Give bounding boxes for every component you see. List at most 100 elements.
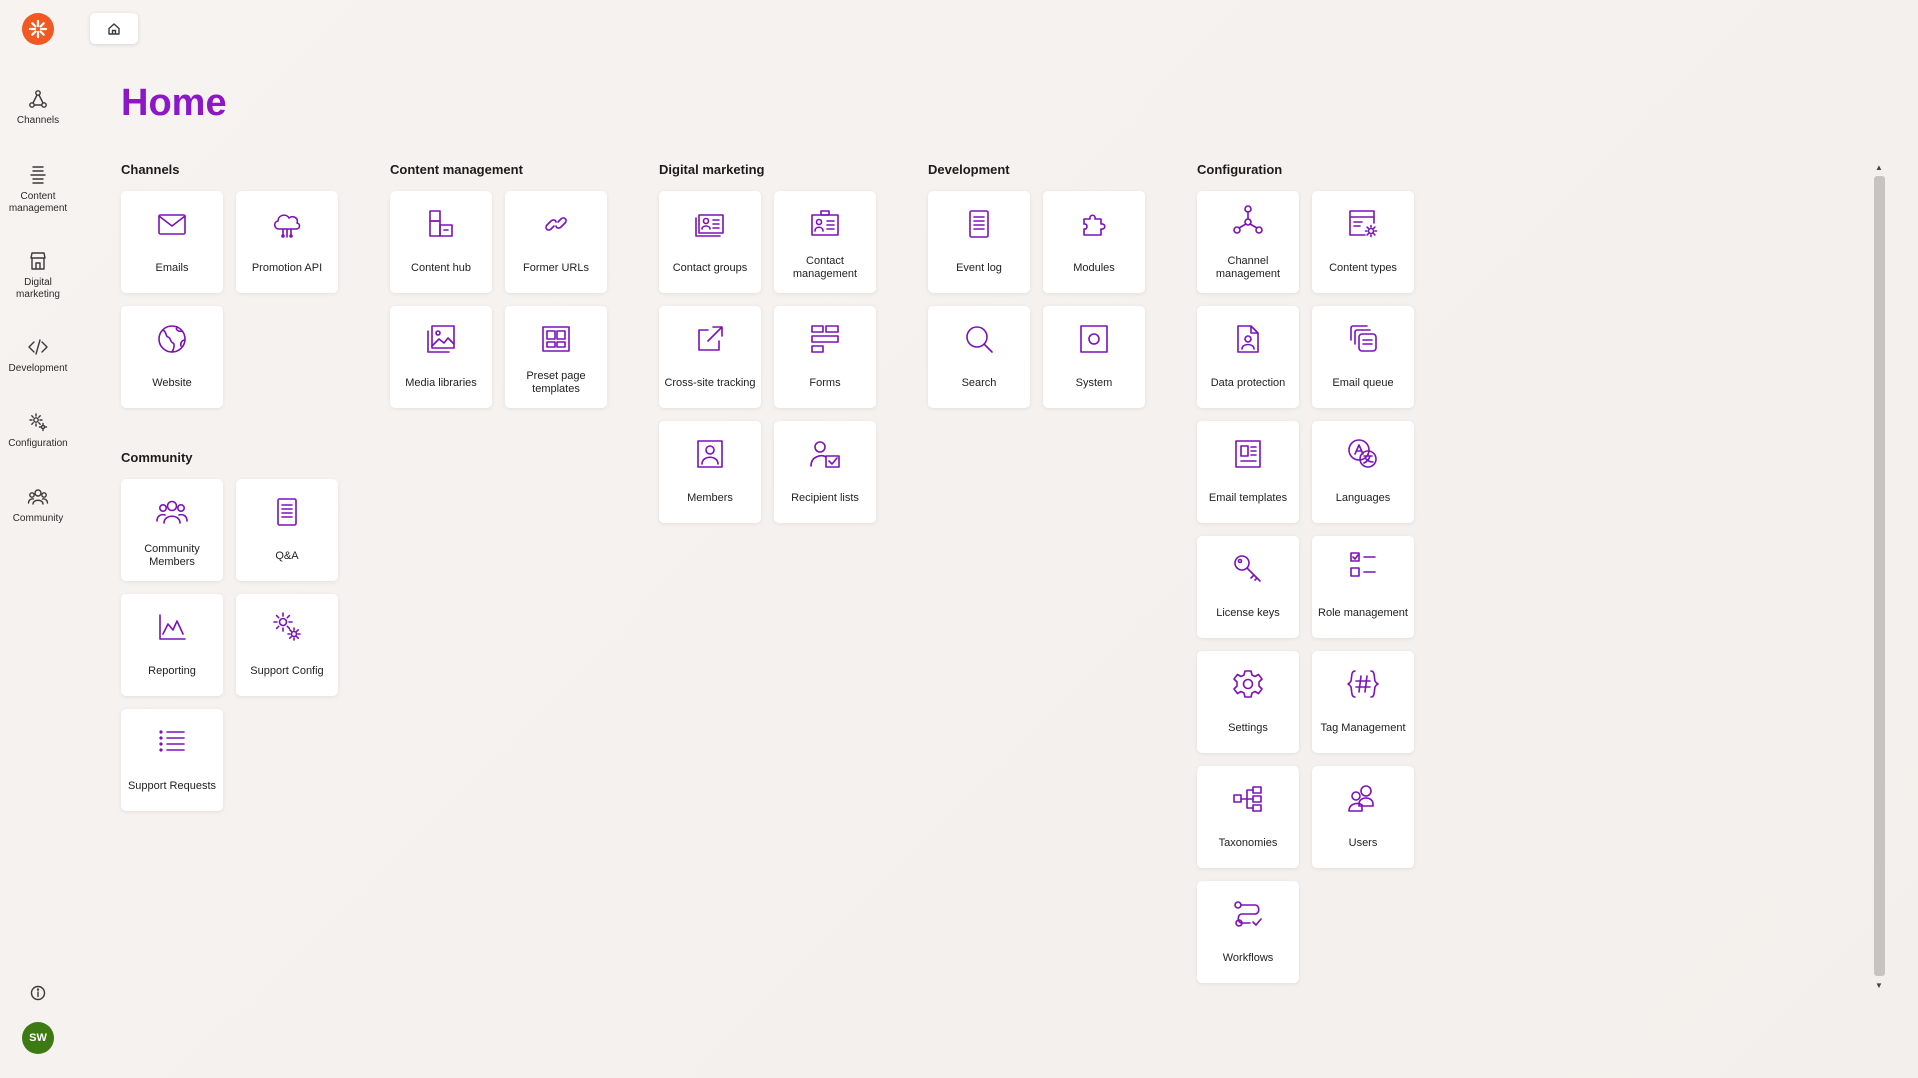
tile-content-types[interactable]: Content types: [1312, 191, 1414, 293]
tile-media-libraries[interactable]: Media libraries: [390, 306, 492, 408]
configuration-icon: [29, 413, 48, 432]
tile-label: Content types: [1329, 261, 1397, 274]
tile-former-urls[interactable]: Former URLs: [505, 191, 607, 293]
tile-forms[interactable]: Forms: [774, 306, 876, 408]
tile-emails[interactable]: Emails: [121, 191, 223, 293]
languages-icon: [1348, 439, 1377, 468]
tile-preset-page-templates[interactable]: Preset page templates: [505, 306, 607, 408]
tile-members[interactable]: Members: [659, 421, 761, 523]
tile-search[interactable]: Search: [928, 306, 1030, 408]
tile-label: Website: [152, 376, 192, 389]
nav-label: Community: [12, 513, 64, 524]
tile-label: Emails: [155, 261, 189, 274]
digital-marketing-icon: [30, 252, 46, 270]
nav-item-content-management[interactable]: Content management: [0, 164, 76, 215]
content-hub-icon: [429, 210, 453, 237]
tile-label: Media libraries: [405, 376, 477, 389]
tile-workflows[interactable]: Workflows: [1197, 881, 1299, 983]
gear-icon: [1233, 670, 1263, 698]
scroll-down-arrow-icon[interactable]: ▼: [1875, 982, 1883, 990]
nav-item-development[interactable]: Development: [0, 336, 76, 375]
nav-label: Digital marketing: [16, 277, 60, 300]
app-logo[interactable]: [22, 13, 54, 45]
content-management-icon: [30, 166, 46, 184]
nav-item-channels[interactable]: Channels: [0, 88, 76, 127]
section-title-channels: Channels: [121, 162, 180, 177]
tile-label: License keys: [1216, 606, 1280, 619]
tag-management-icon: [1347, 670, 1379, 698]
avatar[interactable]: SW: [22, 1022, 54, 1054]
nav-item-community[interactable]: Community: [0, 486, 76, 525]
tile-label: Workflows: [1222, 951, 1274, 964]
tile-tag-management[interactable]: Tag Management: [1312, 651, 1414, 753]
tile-taxonomies[interactable]: Taxonomies: [1197, 766, 1299, 868]
tile-content-hub[interactable]: Content hub: [390, 191, 492, 293]
tile-support-config[interactable]: Support Config: [236, 594, 338, 696]
tile-label: Taxonomies: [1218, 836, 1278, 849]
home-button[interactable]: [90, 13, 138, 44]
tile-label: Q&A: [275, 549, 299, 562]
info-icon[interactable]: [29, 984, 47, 1002]
tile-email-templates[interactable]: Email templates: [1197, 421, 1299, 523]
tile-label: Email templates: [1208, 491, 1288, 504]
system-icon: [1080, 325, 1108, 353]
people-icon: [156, 500, 188, 524]
tile-contact-groups[interactable]: Contact groups: [659, 191, 761, 293]
tile-data-protection[interactable]: Data protection: [1197, 306, 1299, 408]
tile-label: Content hub: [411, 261, 471, 274]
tile-languages[interactable]: Languages: [1312, 421, 1414, 523]
section-title-configuration: Configuration: [1197, 162, 1283, 177]
nav-item-digital-marketing[interactable]: Digital marketing: [0, 250, 76, 301]
home-icon: [108, 22, 120, 35]
tile-community-members[interactable]: Community Members: [121, 479, 223, 581]
channel-management-icon: [1233, 205, 1263, 234]
tile-label: Recipient lists: [791, 491, 859, 504]
tile-license-keys[interactable]: License keys: [1197, 536, 1299, 638]
tile-label: Role management: [1318, 606, 1408, 619]
tile-cross-site-tracking[interactable]: Cross-site tracking: [659, 306, 761, 408]
event-log-icon: [969, 210, 989, 238]
tile-reporting[interactable]: Reporting: [121, 594, 223, 696]
mail-icon: [158, 214, 186, 235]
tile-channel-management[interactable]: Channel management: [1197, 191, 1299, 293]
scroll-thumb[interactable]: [1874, 176, 1885, 976]
tile-label: Community Members: [144, 543, 200, 568]
tile-label: Tag Management: [1320, 721, 1406, 734]
section-title-digital-marketing: Digital marketing: [659, 162, 765, 177]
tile-role-management[interactable]: Role management: [1312, 536, 1414, 638]
contact-groups-icon: [695, 214, 724, 237]
tile-label: Reporting: [148, 664, 196, 677]
tile-recipient-lists[interactable]: Recipient lists: [774, 421, 876, 523]
tile-label: Modules: [1073, 261, 1115, 274]
nav-item-configuration[interactable]: Configuration: [0, 411, 76, 450]
tile-settings[interactable]: Settings: [1197, 651, 1299, 753]
tile-promotion-api[interactable]: Promotion API: [236, 191, 338, 293]
section-title-community: Community: [121, 450, 193, 465]
scroll-up-arrow-icon[interactable]: ▲: [1875, 164, 1883, 172]
tile-support-requests[interactable]: Support Requests: [121, 709, 223, 811]
document-icon: [277, 498, 297, 526]
tile-label: Event log: [956, 261, 1002, 274]
tile-system[interactable]: System: [1043, 306, 1145, 408]
tile-email-queue[interactable]: Email queue: [1312, 306, 1414, 408]
page-title: Home: [121, 82, 227, 124]
tile-label: Email queue: [1332, 376, 1394, 389]
key-icon: [1234, 555, 1261, 582]
tile-label: Contact management: [792, 255, 858, 280]
tile-event-log[interactable]: Event log: [928, 191, 1030, 293]
chart-icon: [159, 614, 186, 640]
nav-label: Channels: [16, 115, 60, 126]
logo-icon: [28, 19, 48, 39]
tile-qa[interactable]: Q&A: [236, 479, 338, 581]
tile-website[interactable]: Website: [121, 306, 223, 408]
role-management-icon: [1350, 552, 1376, 577]
tile-label: Support Config: [250, 664, 324, 677]
tile-label: Members: [687, 491, 733, 504]
list-icon: [159, 730, 185, 752]
image-icon: [427, 325, 455, 353]
tile-users[interactable]: Users: [1312, 766, 1414, 868]
cloud-icon: [273, 214, 301, 238]
tile-contact-management[interactable]: Contact management: [774, 191, 876, 293]
vertical-scrollbar[interactable]: ▲ ▼: [1872, 164, 1886, 990]
tile-modules[interactable]: Modules: [1043, 191, 1145, 293]
